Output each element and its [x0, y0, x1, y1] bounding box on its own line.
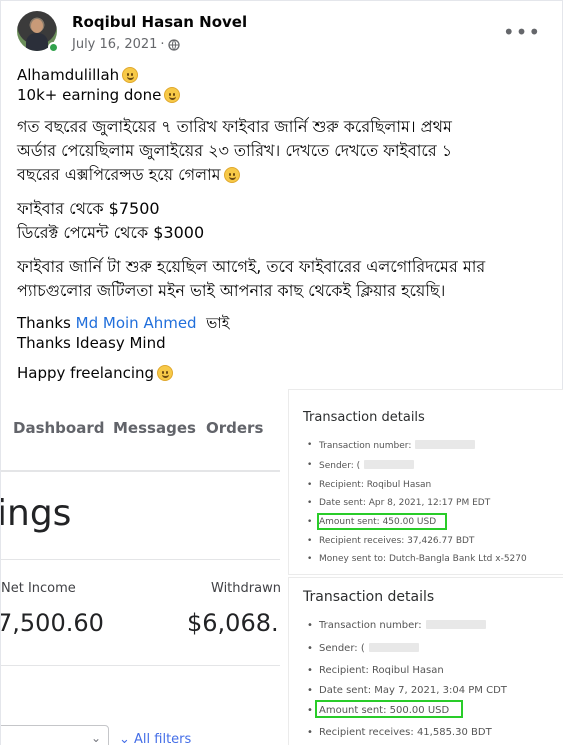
fiverr-earning-line: ফাইবার থেকে $7500 — [17, 199, 160, 218]
experience-text: বছরের এক্সপিরেন্সড হয়ে গেলাম — [17, 165, 221, 184]
grinning-emoji-icon — [122, 67, 139, 83]
text-line: অর্ডার পেয়েছিলাম জুলাইয়ের ২৩ তারিখ। দে… — [17, 141, 453, 160]
thanks-text: Thanks — [17, 314, 71, 332]
mention-link[interactable]: Md Moin Ahmed — [76, 314, 197, 332]
receives-row: Recipient receives: 41,585.30 BDT — [307, 727, 492, 738]
grinning-emoji-icon — [223, 167, 240, 183]
facebook-post: Roqibul Hasan Novel July 16, 2021 · ••• … — [0, 0, 563, 745]
text-line: Thanks Ideasy Mind — [17, 334, 166, 352]
withdrawn-label: Withdrawn — [211, 581, 281, 596]
online-status-icon — [48, 42, 59, 53]
smile-emoji-icon — [157, 365, 174, 381]
globe-icon[interactable] — [167, 38, 180, 51]
redacted-block — [364, 460, 415, 469]
net-income-label: Net Income — [1, 581, 76, 596]
text-line: Thanks Md Moin Ahmed ভাই — [17, 313, 553, 333]
journey-paragraph: গত বছরের জুলাইয়ের ৭ তারিখ ফাইবার জার্নি… — [17, 115, 553, 187]
text-line: Happy freelancing — [17, 363, 553, 383]
more-options-button[interactable]: ••• — [503, 17, 540, 47]
transaction-number-row: Transaction number: — [307, 620, 486, 631]
smile-emoji-icon — [164, 87, 181, 103]
post-meta: July 16, 2021 · — [72, 37, 180, 52]
sender-row: Sender: ( — [307, 643, 419, 654]
thanks-paragraph: Thanks Md Moin Ahmed ভাই Thanks Ideasy M… — [17, 313, 553, 353]
transaction-card: Transaction details Transaction number: … — [288, 577, 563, 745]
row-text: Transaction number: — [319, 441, 412, 451]
avatar-body — [26, 33, 48, 51]
row-text: Sender: ( — [319, 461, 361, 471]
fiverr-dashboard-screenshot[interactable]: Dashboard Messages Orders ings Net Incom… — [1, 389, 284, 745]
meta-separator: · — [160, 37, 165, 52]
stats-divider — [1, 665, 280, 666]
tab-orders: Orders — [206, 419, 264, 437]
paypal-transactions-screenshot[interactable]: Transaction details Transaction number: … — [288, 389, 563, 745]
stats-divider — [1, 559, 280, 560]
chevron-down-icon: ⌄ — [91, 731, 102, 745]
recipient-row: Recipient: Roqibul Hasan — [307, 665, 444, 676]
all-filters-label: All filters — [134, 732, 192, 745]
bhai-text: ভাই — [206, 314, 230, 332]
alhamdulillah-text: Alhamdulillah — [17, 66, 120, 84]
withdrawn-value: $6,068.7 — [187, 609, 284, 637]
fiverr-tabs: Dashboard Messages Orders — [1, 389, 280, 471]
closing-text: Happy freelancing — [17, 364, 155, 382]
earning-text: 10k+ earning done — [17, 86, 162, 104]
post-header: Roqibul Hasan Novel July 16, 2021 · ••• — [17, 11, 547, 57]
redacted-block — [415, 440, 476, 449]
sender-row: Sender: ( — [307, 460, 415, 471]
transaction-number-row: Transaction number: — [307, 440, 476, 451]
all-filters-link: ⌄ All filters — [119, 732, 192, 745]
closing-paragraph: Happy freelancing — [17, 363, 553, 383]
money-sent-row: Money sent to: Dutch-Bangla Bank Ltd x-5… — [307, 554, 527, 564]
earnings-title: ings — [1, 493, 72, 534]
redacted-block — [425, 620, 486, 629]
text-line: গত বছরের জুলাইয়ের ৭ তারিখ ফাইবার জার্নি… — [17, 117, 452, 136]
transaction-title: Transaction details — [303, 589, 435, 605]
transaction-title: Transaction details — [303, 410, 425, 425]
algorithm-paragraph: ফাইবার জার্নি টা শুরু হয়েছিল আগেই, তবে … — [17, 255, 553, 303]
earnings-paragraph: ফাইবার থেকে $7500 ডিরেক্ট পেমেন্ট থেকে $… — [17, 197, 553, 245]
recipient-row: Recipient: Roqibul Hasan — [307, 480, 431, 490]
date-row: Date sent: May 7, 2021, 3:04 PM CDT — [307, 685, 507, 696]
avatar-face — [31, 19, 43, 33]
text-line: বছরের এক্সপিরেন্সড হয়ে গেলাম — [17, 163, 553, 187]
author-name[interactable]: Roqibul Hasan Novel — [72, 13, 247, 31]
receives-row: Recipient receives: 37,426.77 BDT — [307, 536, 474, 546]
text-line: Alhamdulillah — [17, 65, 553, 85]
tab-divider — [1, 471, 280, 472]
direct-earning-line: ডিরেক্ট পেমেন্ট থেকে $3000 — [17, 223, 205, 242]
post-date[interactable]: July 16, 2021 — [72, 37, 157, 52]
tab-messages: Messages — [113, 419, 196, 437]
text-line: ফাইবার জার্নি টা শুরু হয়েছিল আগেই, তবে … — [17, 257, 486, 276]
tab-dashboard: Dashboard — [13, 419, 105, 437]
net-income-value: 7,500.60 — [1, 609, 104, 637]
text-line: 10k+ earning done — [17, 85, 553, 105]
post-text: Alhamdulillah 10k+ earning done গত বছরের… — [17, 65, 553, 393]
intro-paragraph: Alhamdulillah 10k+ earning done — [17, 65, 553, 105]
text-line: প্যাচগুলোর জটিলতা মইন ভাই আপনার কাছ থেকে… — [17, 281, 446, 300]
row-text: Transaction number: — [319, 620, 422, 631]
post-photos[interactable]: Dashboard Messages Orders ings Net Incom… — [1, 389, 563, 745]
transaction-card: Transaction details Transaction number: … — [288, 389, 563, 575]
row-text: Sender: ( — [319, 643, 365, 654]
amount-highlight — [317, 513, 447, 530]
redacted-block — [368, 643, 419, 652]
amount-highlight — [315, 700, 463, 718]
date-row: Date sent: Apr 8, 2021, 12:17 PM EDT — [307, 498, 490, 508]
